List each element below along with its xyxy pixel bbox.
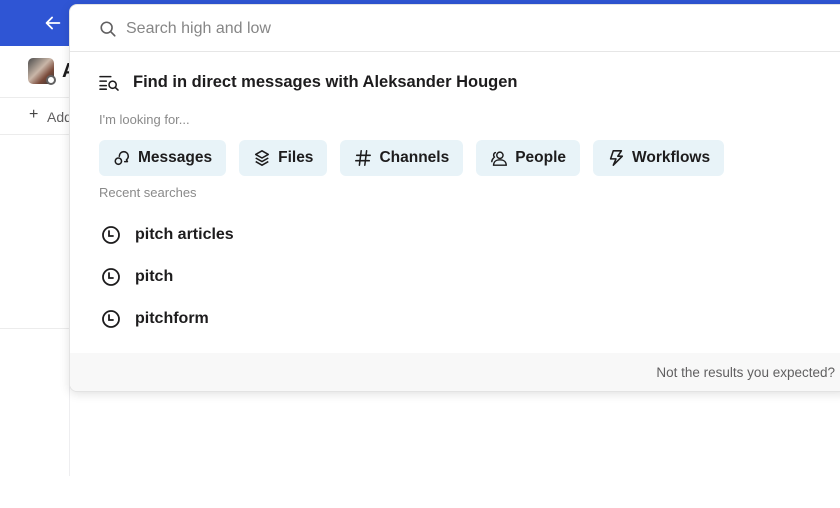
recent-search-item[interactable]: pitchform [101,307,209,331]
recent-search-label: pitch articles [135,226,234,243]
back-button[interactable] [42,12,64,34]
hash-icon [355,150,372,166]
chip-label: Files [278,149,314,166]
presence-indicator [46,75,56,85]
clock-icon [102,268,120,286]
recent-search-item[interactable]: pitch [101,265,173,289]
recent-search-label: pitch [135,268,174,285]
scope-option[interactable]: Find in direct messages with Aleksander … [98,71,517,93]
filter-search-icon [99,75,119,91]
chip-label: Messages [138,149,213,166]
popover-footer: Not the results you expected? [70,353,840,391]
chip-messages[interactable]: Messages [99,140,227,176]
clock-icon [102,226,120,244]
chip-channels[interactable]: Channels [340,140,464,176]
chip-label: Channels [379,149,450,166]
messages-icon [114,150,130,166]
people-icon [491,151,508,166]
chip-label: Workflows [632,149,711,166]
looking-for-label: I'm looking for... [99,112,190,127]
filter-chips: Messages Files Channels People Workflows [99,140,725,176]
recent-search-item[interactable]: pitch articles [101,223,234,247]
clock-icon [102,310,120,328]
chip-workflows[interactable]: Workflows [593,140,725,176]
search-input[interactable] [126,16,726,42]
chip-files[interactable]: Files [239,140,328,176]
chip-label: People [515,149,567,166]
recent-search-label: pitchform [135,310,209,327]
arrow-left-icon [45,16,61,30]
divider [0,328,70,329]
search-popover: Find in direct messages with Aleksander … [69,4,840,392]
search-icon [100,21,116,37]
chip-people[interactable]: People [476,140,581,176]
feedback-link[interactable]: Not the results you expected? [656,365,835,380]
scope-label: Find in direct messages with Aleksander … [133,72,518,91]
files-icon [255,150,270,166]
plus-icon: + [29,106,39,123]
search-bar [70,5,840,52]
recent-searches-label: Recent searches [99,185,197,200]
workflows-icon [609,150,624,166]
